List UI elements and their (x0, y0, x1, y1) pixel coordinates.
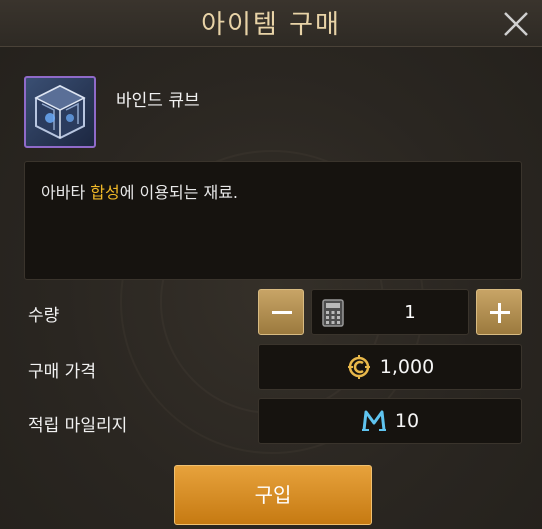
increase-quantity-button[interactable] (476, 289, 522, 335)
quantity-label: 수량 (28, 306, 60, 326)
gold-coin-icon (347, 355, 370, 379)
item-name: 바인드 큐브 (116, 91, 200, 111)
price-field: 1,000 (258, 344, 522, 390)
close-icon[interactable] (500, 8, 532, 40)
mileage-m-icon (361, 410, 386, 431)
quantity-value: 1 (404, 302, 416, 323)
price-label: 구매 가격 (28, 362, 96, 382)
dialog-title: 아이템 구매 (201, 10, 341, 40)
description-highlight: 합성 (90, 183, 120, 202)
mileage-value: 10 (394, 410, 420, 432)
calculator-icon[interactable] (322, 299, 344, 327)
description-text: 아바타 (41, 183, 91, 202)
mileage-label: 적립 마일리지 (28, 416, 128, 436)
description-box: 아바타 합성에 이용되는 재료. (24, 161, 522, 280)
item-purchase-dialog: 아이템 구매 바인드 큐브 아바타 합성에 이용되는 재료. 수량 1 구매 가… (0, 0, 542, 529)
price-value: 1,000 (379, 356, 435, 378)
mileage-field: 10 (258, 398, 522, 444)
description-text: 에 이용되는 재료. (119, 183, 239, 202)
quantity-field[interactable]: 1 (311, 289, 469, 335)
buy-button[interactable]: 구입 (174, 465, 372, 525)
dialog-header: 아이템 구매 (0, 0, 542, 47)
item-description: 아바타 합성에 이용되는 재료. (41, 179, 238, 203)
decrease-quantity-button[interactable] (258, 289, 304, 335)
buy-button-label: 구입 (254, 483, 292, 507)
bind-cube-icon (24, 76, 96, 148)
